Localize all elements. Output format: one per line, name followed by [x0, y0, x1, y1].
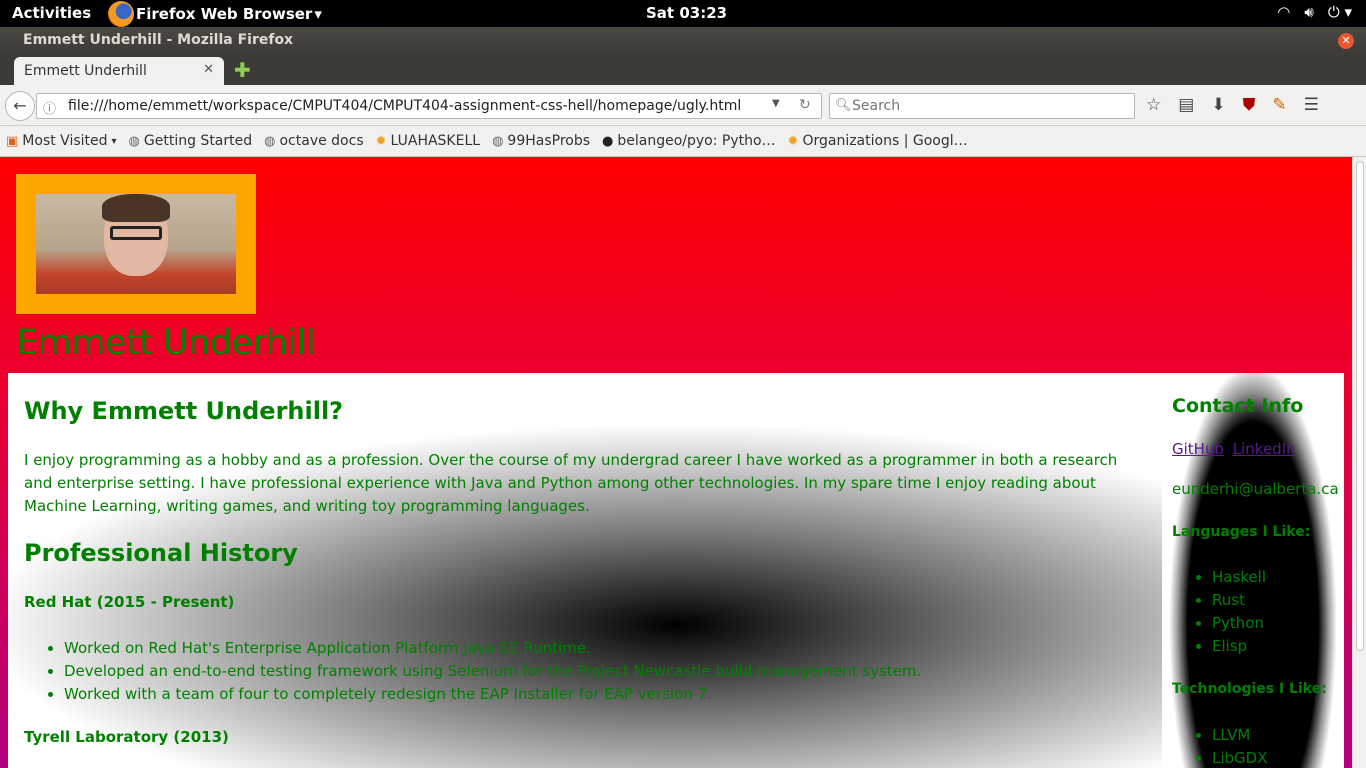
contact-heading: Contact Info: [1172, 395, 1304, 417]
firefox-icon: [108, 0, 134, 27]
history-heading: Professional History: [24, 539, 298, 567]
technologies-heading: Technologies I Like:: [1172, 681, 1327, 697]
reload-icon[interactable]: ↻: [799, 97, 811, 113]
profile-photo-frame: [16, 174, 256, 314]
search-input[interactable]: [852, 96, 1122, 116]
email-text: eunderhi@ualberta.ca: [1172, 480, 1339, 498]
list-item: Worked on Red Hat's Enterprise Applicati…: [64, 637, 921, 660]
list-item: Python: [1212, 612, 1266, 635]
linkedin-link[interactable]: LinkedIn: [1233, 440, 1296, 458]
contact-sidebar: Contact Info GitHub LinkedIn eunderhi@ua…: [1162, 373, 1344, 768]
close-window-button[interactable]: ✕: [1338, 33, 1354, 49]
toolbar-icons: ☆ ▤ ⬇ ⛊ ✎ ☰: [1146, 95, 1319, 115]
desktop-top-bar: Activities Firefox Web Browser ▾ Sat 03:…: [0, 0, 1366, 27]
back-button[interactable]: ←: [5, 91, 35, 121]
github-icon: ●: [602, 133, 614, 149]
search-icon: 🔍︎: [835, 98, 852, 113]
bookmark-most-visited[interactable]: ▣ Most Visited ▾: [6, 133, 117, 149]
profile-links: GitHub LinkedIn: [1172, 440, 1300, 458]
main-content: Why Emmett Underhill? I enjoy programmin…: [8, 373, 1162, 768]
power-icon[interactable]: ⏻ ▾: [1328, 3, 1352, 21]
close-tab-icon[interactable]: ✕: [203, 62, 214, 77]
window-title-bar: Emmett Underhill - Mozilla Firefox ✕: [0, 27, 1366, 55]
page-scrollbar[interactable]: [1352, 157, 1366, 768]
site-info-icon[interactable]: ⓘ: [43, 98, 56, 117]
window-title: Emmett Underhill - Mozilla Firefox: [23, 32, 294, 48]
scrollbar-thumb[interactable]: [1356, 161, 1364, 651]
globe-icon: ◍: [492, 133, 504, 149]
why-heading: Why Emmett Underhill?: [24, 397, 344, 425]
sun-icon: ✹: [375, 133, 387, 149]
languages-list: Haskell Rust Python Elisp: [1212, 566, 1266, 658]
tab-label: Emmett Underhill: [24, 63, 147, 79]
folder-icon: ▣: [6, 133, 19, 149]
chevron-down-icon: ▾: [314, 4, 322, 23]
bookmark-organizations[interactable]: ✹ Organizations | Googl…: [788, 133, 968, 149]
job-details-list: Worked on Red Hat's Enterprise Applicati…: [64, 637, 921, 706]
app-menu[interactable]: Firefox Web Browser ▾: [108, 0, 322, 27]
bookmarks-toolbar: ▣ Most Visited ▾ ◍ Getting Started ◍ octave …: [0, 126, 1366, 157]
activities-button[interactable]: Activities: [12, 4, 91, 22]
languages-heading: Languages I Like:: [1172, 524, 1311, 540]
url-text[interactable]: file:///home/emmett/workspace/CMPUT404/C…: [68, 98, 741, 114]
list-item: LLVM: [1212, 724, 1268, 747]
search-bar[interactable]: 🔍︎: [829, 93, 1135, 119]
bookmark-belangeo-pyo[interactable]: ● belangeo/pyo: Pytho…: [602, 133, 776, 149]
ublock-icon[interactable]: ⛊: [1243, 95, 1256, 115]
profile-photo: [36, 194, 236, 294]
list-item: Rust: [1212, 589, 1266, 612]
list-item: Worked with a team of four to completely…: [64, 683, 921, 706]
tab-emmett-underhill[interactable]: Emmett Underhill ✕: [14, 57, 224, 85]
wifi-icon[interactable]: ◠: [1277, 3, 1290, 21]
globe-icon: ◍: [264, 133, 276, 149]
sun-icon: ✹: [787, 133, 799, 149]
photo-glasses: [110, 226, 162, 240]
bookmark-octave-docs[interactable]: ◍ octave docs: [264, 133, 363, 149]
menu-icon[interactable]: ☰: [1304, 95, 1319, 115]
web-page: Emmett Underhill Why Emmett Underhill? I…: [0, 157, 1352, 768]
navigation-toolbar: ← ⓘ file:///home/emmett/workspace/CMPUT4…: [0, 85, 1366, 126]
job-title: Red Hat (2015 - Present): [24, 593, 235, 611]
volume-icon[interactable]: 🔊︎: [1304, 3, 1313, 21]
clock[interactable]: Sat 03:23: [646, 4, 727, 22]
bookmark-luahaskell[interactable]: ✹ LUAHASKELL: [376, 133, 480, 149]
list-item: Haskell: [1212, 566, 1266, 589]
technologies-list: LLVM LibGDX: [1212, 724, 1268, 768]
extension-icon[interactable]: ✎: [1272, 95, 1286, 115]
bookmark-99hasprobs[interactable]: ◍ 99HasProbs: [492, 133, 590, 149]
bookmark-star-icon[interactable]: ☆: [1146, 95, 1161, 115]
list-item: Elisp: [1212, 635, 1266, 658]
page-title: Emmett Underhill: [16, 323, 316, 363]
photo-hair: [102, 194, 170, 222]
reading-list-icon[interactable]: ▤: [1178, 95, 1194, 115]
system-tray[interactable]: ◠ 🔊︎ ⏻ ▾: [1277, 3, 1352, 21]
github-link[interactable]: GitHub: [1172, 440, 1224, 458]
app-menu-label: Firefox Web Browser: [136, 4, 313, 23]
downloads-icon[interactable]: ⬇: [1211, 95, 1225, 115]
bookmark-getting-started[interactable]: ◍ Getting Started: [129, 133, 253, 149]
new-tab-button[interactable]: ✚: [234, 58, 251, 82]
history-dropdown-icon[interactable]: ▼: [772, 98, 780, 109]
job-title: Tyrell Laboratory (2013): [24, 728, 229, 746]
tab-strip: Emmett Underhill ✕ ✚: [0, 55, 1366, 85]
url-bar[interactable]: ⓘ file:///home/emmett/workspace/CMPUT404…: [36, 93, 822, 119]
list-item: LibGDX: [1212, 747, 1268, 768]
globe-icon: ◍: [128, 133, 140, 149]
intro-paragraph: I enjoy programming as a hobby and as a …: [24, 451, 1118, 515]
list-item: Developed an end-to-end testing framewor…: [64, 660, 921, 683]
